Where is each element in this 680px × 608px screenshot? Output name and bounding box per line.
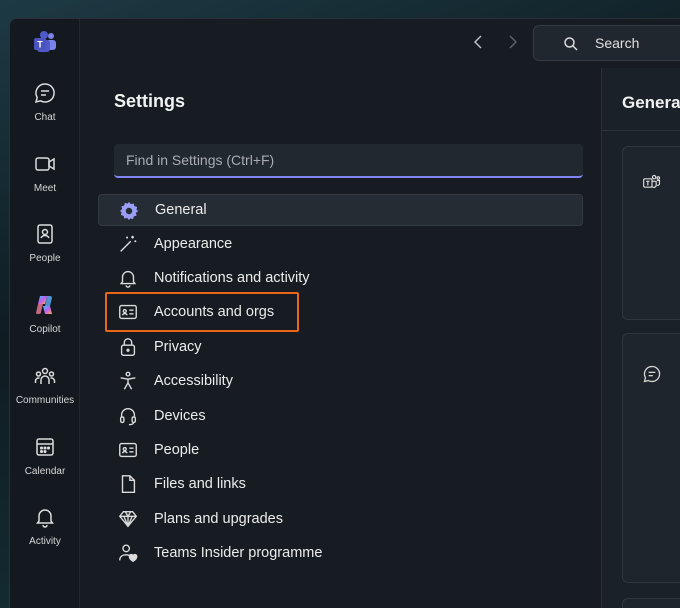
chat-icon — [643, 365, 661, 383]
menu-label: Teams Insider programme — [154, 545, 323, 561]
person-heart-icon — [117, 542, 139, 564]
menu-label: Accounts and orgs — [154, 304, 275, 320]
bell-icon — [117, 267, 139, 289]
gear-icon — [118, 200, 140, 222]
rail-item-people[interactable]: People — [10, 222, 80, 282]
rail-item-copilot[interactable]: Copilot — [10, 293, 80, 353]
accessibility-icon — [117, 370, 139, 392]
rail-label: Calendar — [24, 466, 66, 477]
settings-item-accessibility[interactable]: Accessibility — [98, 365, 583, 397]
settings-card-chat — [622, 333, 680, 583]
video-icon — [35, 157, 55, 171]
settings-item-teams-insider[interactable]: Teams Insider programme — [98, 537, 583, 569]
calendar-icon — [36, 438, 54, 456]
settings-card-teams — [622, 146, 680, 320]
rail-label: Communities — [15, 395, 75, 406]
settings-detail-pane: General — [601, 68, 680, 608]
communities-icon — [34, 367, 56, 384]
search-icon — [564, 37, 578, 51]
rail-label: Chat — [34, 112, 56, 123]
document-icon — [117, 473, 139, 495]
back-button[interactable] — [469, 31, 489, 53]
svg-text:T: T — [37, 40, 43, 50]
detail-header: General — [622, 93, 680, 112]
rail-label: Meet — [33, 183, 57, 194]
page-title: Settings — [114, 91, 186, 111]
bell-icon — [36, 509, 54, 528]
menu-label: Plans and upgrades — [154, 511, 283, 527]
teams-logo-icon — [643, 174, 661, 189]
app-rail: T Chat Meet People Copilot Communities C… — [10, 19, 80, 608]
menu-label: Appearance — [154, 236, 233, 252]
search-label: Search — [595, 35, 640, 51]
settings-item-devices[interactable]: Devices — [98, 400, 583, 432]
contact-card-icon — [117, 439, 139, 461]
divider — [602, 130, 680, 131]
menu-label: Notifications and activity — [154, 270, 310, 286]
forward-button[interactable] — [502, 31, 522, 53]
rail-item-calendar[interactable]: Calendar — [10, 435, 80, 495]
global-search-box[interactable]: Search — [533, 25, 680, 61]
headset-icon — [117, 405, 139, 427]
rail-item-communities[interactable]: Communities — [10, 364, 80, 424]
menu-label: Files and links — [154, 476, 246, 492]
rail-item-meet[interactable]: Meet — [10, 152, 80, 212]
menu-label: Accessibility — [154, 373, 233, 389]
rail-item-chat[interactable]: Chat — [10, 81, 80, 141]
rail-label: Activity — [29, 536, 61, 547]
rail-label: People — [29, 253, 61, 264]
contact-card-icon — [37, 224, 53, 244]
rail-label: Copilot — [29, 324, 61, 335]
settings-item-appearance[interactable]: Appearance — [98, 228, 583, 260]
settings-item-general[interactable]: General — [98, 194, 583, 226]
teams-window: T Chat Meet People Copilot Communities C… — [9, 18, 680, 608]
settings-item-files-and-links[interactable]: Files and links — [98, 468, 583, 500]
settings-item-plans-and-upgrades[interactable]: Plans and upgrades — [98, 503, 583, 535]
id-card-icon — [117, 301, 139, 323]
settings-card-next — [622, 598, 680, 608]
settings-item-accounts-and-orgs[interactable]: Accounts and orgs — [98, 296, 583, 328]
rail-item-activity[interactable]: Activity — [10, 505, 80, 565]
menu-label: Devices — [154, 408, 206, 424]
menu-label: Privacy — [154, 339, 202, 355]
magic-wand-icon — [117, 233, 139, 255]
copilot-icon — [36, 296, 52, 314]
chevron-right-icon — [509, 35, 518, 49]
menu-label: General — [155, 202, 207, 218]
diamond-icon — [117, 508, 139, 530]
settings-item-notifications[interactable]: Notifications and activity — [98, 262, 583, 294]
settings-search-input[interactable] — [114, 144, 583, 178]
settings-item-people[interactable]: People — [98, 434, 583, 466]
teams-logo-icon: T — [31, 29, 59, 57]
chevron-left-icon — [473, 35, 482, 49]
lock-icon — [117, 336, 139, 358]
chat-icon — [34, 83, 55, 104]
menu-label: People — [154, 442, 200, 458]
settings-item-privacy[interactable]: Privacy — [98, 331, 583, 363]
